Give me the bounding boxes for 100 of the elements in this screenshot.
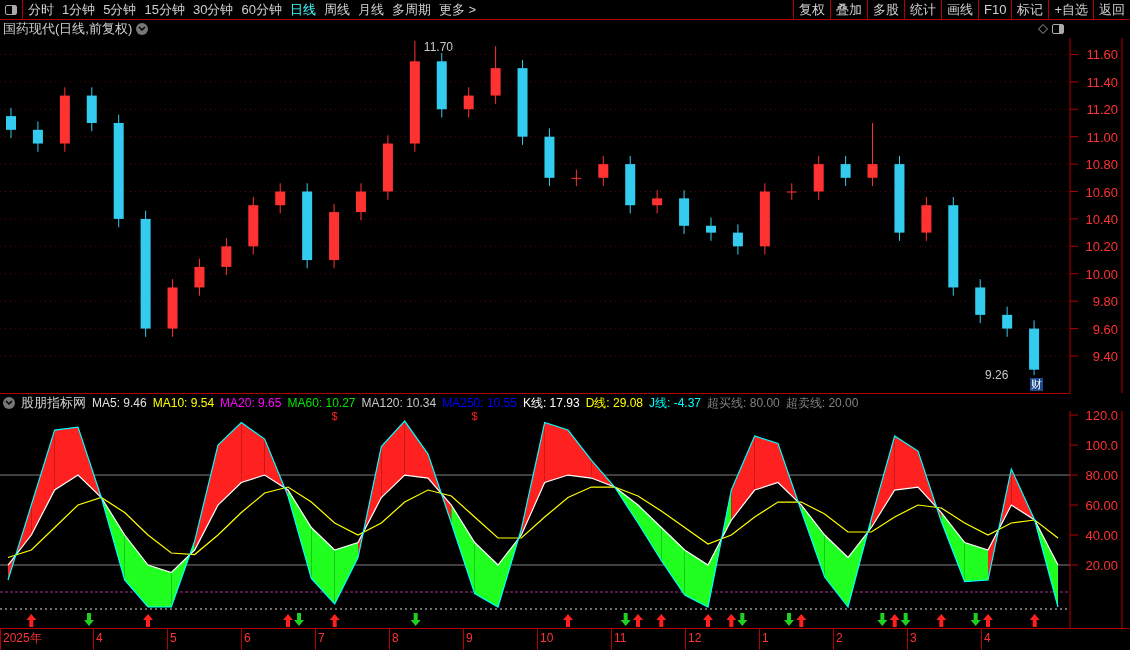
legend-value: MA5: 9.46 — [92, 394, 147, 412]
date-axis-label: 10 — [537, 629, 611, 650]
toolbar-button[interactable]: 复权 — [793, 0, 830, 19]
legend-value: K线: 17.93 — [522, 394, 580, 412]
toolbar-button[interactable]: 多股 — [867, 0, 904, 19]
date-axis-label: 9 — [463, 629, 537, 650]
up-arrow-icon — [726, 614, 737, 627]
candlestick — [1002, 306, 1013, 338]
date-axis-label: 2025年 — [0, 629, 93, 650]
candlestick — [356, 182, 366, 221]
axis-label: 20.00 — [1085, 558, 1118, 573]
down-arrow-icon — [737, 613, 748, 626]
candlestick — [652, 189, 663, 214]
down-arrow-icon — [784, 613, 794, 626]
candlestick — [706, 217, 716, 242]
axis-label: 10.20 — [1085, 239, 1118, 255]
up-arrow-icon — [633, 614, 643, 627]
date-axis-label: 12 — [685, 629, 759, 650]
axis-label: 120.0 — [1085, 411, 1118, 424]
up-arrow-icon — [889, 614, 900, 627]
candlestick — [275, 182, 286, 214]
axis-label: 100.0 — [1085, 438, 1118, 454]
axis-label: 10.00 — [1085, 266, 1118, 282]
toolbar-button[interactable]: 统计 — [904, 0, 941, 19]
finance-badge: 财 — [1030, 378, 1043, 391]
date-axis-label: 1 — [759, 629, 833, 650]
legend-value: MA10: 9.54 — [152, 394, 215, 412]
date-axis-label: 8 — [389, 629, 463, 650]
toolbar-button[interactable]: F10 — [978, 0, 1012, 19]
period-tab[interactable]: 月线 — [357, 0, 384, 20]
toolbar-button[interactable]: 叠加 — [830, 0, 867, 19]
candlestick — [867, 122, 878, 187]
down-arrow-icon — [84, 613, 94, 626]
up-arrow-icon — [936, 614, 947, 627]
date-axis-label: 2 — [833, 629, 907, 650]
high-price-label: 11.70 — [423, 39, 453, 54]
period-tab[interactable]: 分时 — [28, 0, 54, 20]
legend-value: MA60: 10.27 — [287, 394, 356, 412]
down-arrow-icon — [877, 613, 888, 626]
down-arrow-icon — [294, 613, 304, 626]
down-arrow-icon — [410, 613, 421, 626]
axis-label: 10.40 — [1085, 211, 1118, 227]
up-arrow-icon — [563, 614, 573, 627]
axis-label: 9.40 — [1092, 349, 1118, 364]
up-arrow-icon — [283, 614, 293, 627]
date-axis-label: 6 — [241, 629, 315, 650]
marker-label: $ — [471, 411, 478, 422]
period-tab[interactable]: 15分钟 — [144, 0, 185, 20]
legend-value: MA250: 10.55 — [442, 394, 517, 412]
up-arrow-icon — [329, 614, 340, 627]
axis-label: 9.80 — [1092, 294, 1118, 310]
axis-label: 10.80 — [1085, 157, 1118, 173]
indicator-name: 股朋指标网 — [21, 393, 86, 412]
candlestick — [32, 121, 43, 153]
period-tab[interactable]: 1分钟 — [62, 0, 96, 20]
date-axis-label: 3 — [907, 629, 981, 650]
up-arrow-icon — [26, 614, 37, 627]
toolbar-button[interactable]: 返回 — [1093, 0, 1130, 19]
axis-label: 11.40 — [1086, 74, 1118, 90]
date-axis-label: 4 — [93, 629, 167, 650]
down-arrow-icon — [970, 613, 981, 626]
up-arrow-icon — [143, 614, 153, 627]
period-tab[interactable]: 多周期 — [391, 0, 431, 20]
candlestick — [194, 258, 205, 297]
legend-value: MA120: 10.34 — [361, 394, 437, 412]
toolbar-button[interactable]: 画线 — [941, 0, 978, 19]
axis-label: 11.20 — [1086, 102, 1118, 118]
period-tab[interactable]: 日线 — [289, 0, 316, 20]
period-tab[interactable]: 更多 > — [438, 0, 477, 20]
toolbar-button[interactable]: +自选 — [1048, 0, 1093, 19]
down-arrow-icon — [900, 613, 911, 626]
legend-value: 超买线: 80.00 — [707, 394, 780, 412]
up-arrow-icon — [656, 614, 667, 627]
axis-label: 9.60 — [1092, 321, 1118, 337]
period-tab[interactable]: 30分钟 — [192, 0, 234, 20]
legend-value: J线: -4.37 — [649, 394, 702, 412]
candlestick — [463, 86, 474, 118]
panel-toggle-icon[interactable] — [5, 4, 17, 15]
toolbar-button[interactable]: 标记 — [1011, 0, 1049, 19]
low-price-label: 9.26 — [985, 368, 1009, 383]
down-arrow-icon — [620, 613, 631, 626]
legend-value: MA20: 9.65 — [220, 394, 282, 412]
axis-label: 11.60 — [1086, 47, 1118, 63]
up-arrow-icon — [796, 614, 807, 627]
dropdown-icon[interactable] — [3, 396, 15, 409]
up-arrow-icon — [703, 614, 713, 627]
diamond-icon[interactable] — [1038, 24, 1048, 34]
candlestick — [6, 107, 16, 139]
panel-toggle-icon[interactable] — [1052, 24, 1064, 34]
candlestick — [221, 237, 232, 276]
date-axis-label: 5 — [167, 629, 241, 650]
period-tab[interactable]: 60分钟 — [241, 0, 282, 20]
candlestick — [732, 223, 743, 256]
period-tab[interactable]: 5分钟 — [103, 0, 137, 20]
date-axis-label: 7 — [315, 629, 389, 650]
up-arrow-icon — [1029, 614, 1040, 627]
chart-title: 国药现代(日线,前复权) — [3, 20, 133, 39]
dropdown-icon[interactable] — [136, 23, 149, 35]
period-tab[interactable]: 周线 — [323, 0, 350, 20]
candlestick — [786, 182, 797, 201]
